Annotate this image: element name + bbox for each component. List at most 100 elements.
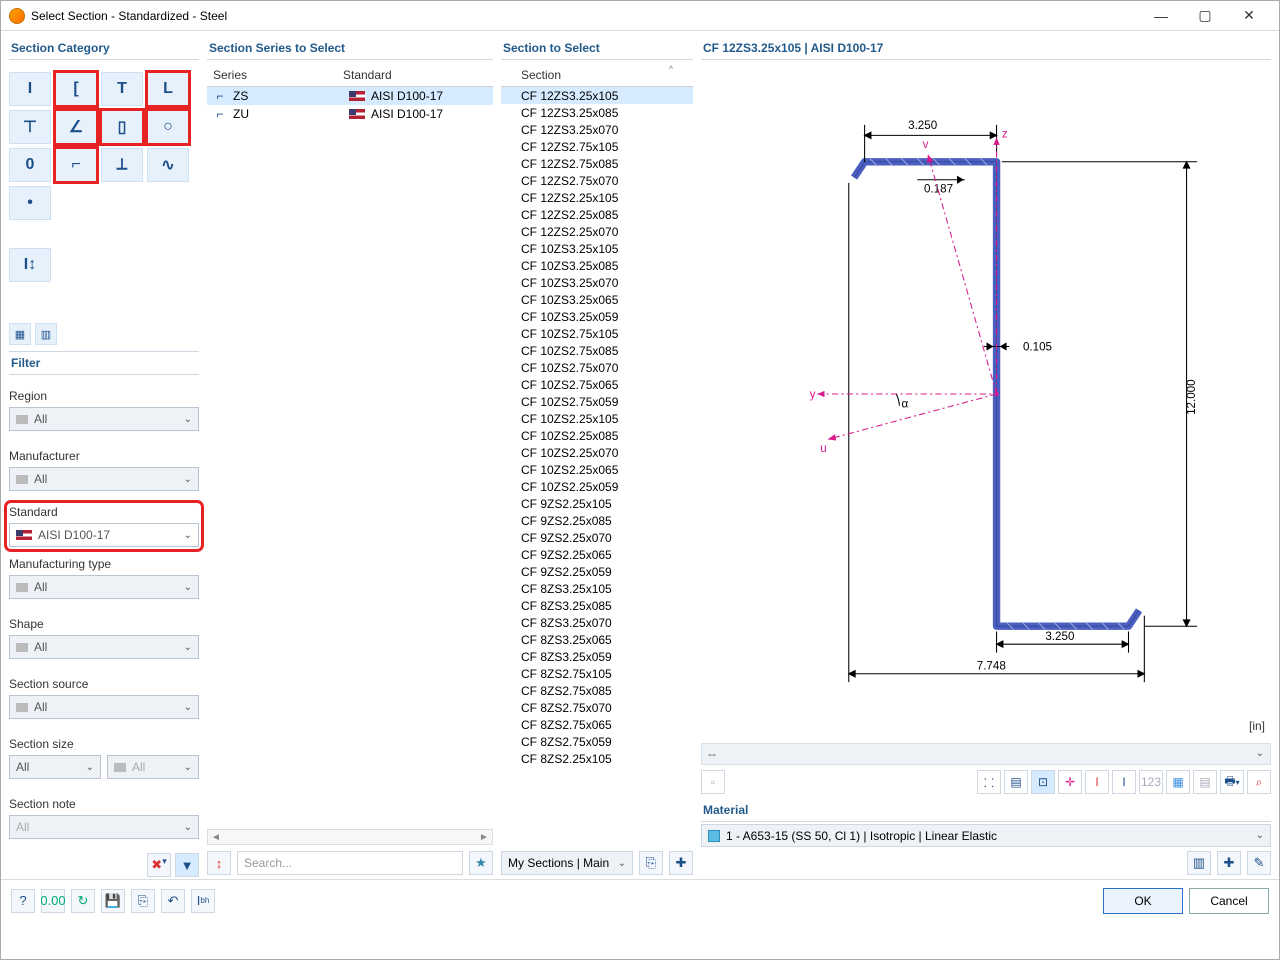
manufacturer-select[interactable]: All⌄ [9, 467, 199, 491]
series-row[interactable]: ⌐ZSAISI D100-17 [207, 87, 493, 105]
size-select-b[interactable]: All⌄ [107, 755, 199, 779]
units-button[interactable]: 0.00 [41, 889, 65, 913]
ok-button[interactable]: OK [1103, 888, 1183, 914]
section-props-button[interactable]: Ibh [191, 889, 215, 913]
section-row[interactable]: CF 9ZS2.25x085 [501, 512, 693, 529]
maximize-button[interactable]: ▢ [1183, 1, 1227, 31]
section-row[interactable]: CF 8ZS2.75x105 [501, 665, 693, 682]
my-sections-select[interactable]: My Sections | Main⌄ [501, 851, 633, 875]
cat-rect-tube-icon[interactable]: ▯ [101, 110, 143, 144]
tool-dims-icon[interactable]: ⊡ [1031, 770, 1055, 794]
section-row[interactable]: CF 12ZS2.75x085 [501, 155, 693, 172]
section-row[interactable]: CF 12ZS3.25x105 [501, 87, 693, 104]
close-button[interactable]: ✕ [1227, 1, 1271, 31]
cat-corrugated-icon[interactable]: ∿ [147, 148, 189, 182]
section-row[interactable]: CF 9ZS2.25x070 [501, 529, 693, 546]
tool-section-icon[interactable]: I [1085, 770, 1109, 794]
section-row[interactable]: CF 10ZS3.25x059 [501, 308, 693, 325]
cat-i-beam-icon[interactable]: I [9, 72, 51, 106]
section-row[interactable]: CF 8ZS3.25x065 [501, 631, 693, 648]
section-row[interactable]: CF 10ZS3.25x065 [501, 291, 693, 308]
series-action-icon[interactable]: ↕ [207, 851, 231, 875]
cat-angle-icon[interactable]: L [147, 72, 189, 106]
view-mode1-icon[interactable]: ▦ [9, 323, 31, 345]
section-row[interactable]: CF 12ZS3.25x070 [501, 121, 693, 138]
save-button[interactable]: 💾 [101, 889, 125, 913]
mfg-type-select[interactable]: All⌄ [9, 575, 199, 599]
section-row[interactable]: CF 10ZS2.75x070 [501, 359, 693, 376]
cat-oval-icon[interactable]: 0 [9, 148, 51, 182]
section-row[interactable]: CF 12ZS2.25x105 [501, 189, 693, 206]
new-material-button[interactable]: ✚ [1217, 851, 1241, 875]
filter-button[interactable]: ▼ [175, 853, 199, 877]
tool-grid2-icon[interactable]: ▦ [1166, 770, 1190, 794]
section-row[interactable]: CF 10ZS3.25x085 [501, 257, 693, 274]
region-select[interactable]: All⌄ [9, 407, 199, 431]
note-select[interactable]: All⌄ [9, 815, 199, 839]
section-row[interactable]: CF 10ZS2.25x059 [501, 478, 693, 495]
status-row[interactable]: --⌄ [701, 743, 1271, 766]
section-row[interactable]: CF 8ZS2.25x105 [501, 750, 693, 767]
shape-select[interactable]: All⌄ [9, 635, 199, 659]
section-row[interactable]: CF 8ZS3.25x105 [501, 580, 693, 597]
section-row[interactable]: CF 10ZS3.25x070 [501, 274, 693, 291]
section-row[interactable]: CF 12ZS2.25x070 [501, 223, 693, 240]
section-row[interactable]: CF 10ZS2.75x085 [501, 342, 693, 359]
section-row[interactable]: CF 8ZS3.25x070 [501, 614, 693, 631]
edit-material-button[interactable]: ✎ [1247, 851, 1271, 875]
cat-dot-icon[interactable]: • [9, 186, 51, 220]
section-row[interactable]: CF 8ZS3.25x059 [501, 648, 693, 665]
tool-find-icon[interactable]: ⌕ [1247, 770, 1271, 794]
section-row[interactable]: CF 12ZS3.25x085 [501, 104, 693, 121]
cat-rail-icon[interactable]: ⟂ [101, 148, 143, 182]
search-input[interactable]: Search... [237, 851, 463, 875]
help-button[interactable]: ? [11, 889, 35, 913]
cat-combined-icon[interactable]: I↕ [9, 248, 51, 282]
section-row[interactable]: CF 10ZS3.25x105 [501, 240, 693, 257]
section-row[interactable]: CF 8ZS3.25x085 [501, 597, 693, 614]
section-row[interactable]: CF 12ZS2.75x070 [501, 172, 693, 189]
tool-num-icon[interactable]: 123 [1139, 770, 1163, 794]
refresh-button[interactable]: ↻ [71, 889, 95, 913]
section-row[interactable]: CF 10ZS2.25x070 [501, 444, 693, 461]
tool-grid-icon[interactable]: ⸬ [977, 770, 1001, 794]
tool-axes-icon[interactable]: ✛ [1058, 770, 1082, 794]
tool-page-icon[interactable]: ▤ [1004, 770, 1028, 794]
tool-list-icon[interactable]: ▤ [1193, 770, 1217, 794]
series-hscroll[interactable]: ◄► [207, 829, 493, 845]
view-mode2-icon[interactable]: ▥ [35, 323, 57, 345]
source-select[interactable]: All⌄ [9, 695, 199, 719]
cat-z-icon[interactable]: ⌐ [55, 148, 97, 182]
tool-outline-icon[interactable]: I [1112, 770, 1136, 794]
section-row[interactable]: CF 8ZS2.75x065 [501, 716, 693, 733]
cat-round-tube-icon[interactable]: ○ [147, 110, 189, 144]
clear-filter-button[interactable]: ✖▾ [147, 853, 171, 877]
section-row[interactable]: CF 10ZS2.25x065 [501, 461, 693, 478]
cat-tee-down-icon[interactable]: ⊤ [9, 110, 51, 144]
section-row[interactable]: CF 10ZS2.25x105 [501, 410, 693, 427]
standard-col-header[interactable]: Standard [337, 64, 398, 86]
undo-button[interactable]: ↶ [161, 889, 185, 913]
cancel-button[interactable]: Cancel [1189, 888, 1269, 914]
material-select[interactable]: 1 - A653-15 (SS 50, Cl 1) | Isotropic | … [701, 824, 1271, 847]
minimize-button[interactable]: — [1139, 1, 1183, 31]
cat-angle2-icon[interactable]: ∠ [55, 110, 97, 144]
section-row[interactable]: CF 9ZS2.25x065 [501, 546, 693, 563]
section-row[interactable]: CF 10ZS2.75x065 [501, 376, 693, 393]
library-button[interactable]: ▥ [1187, 851, 1211, 875]
series-row[interactable]: ⌐ZUAISI D100-17 [207, 105, 493, 123]
section-row[interactable]: CF 8ZS2.75x059 [501, 733, 693, 750]
copy-button[interactable]: ⎘ [131, 889, 155, 913]
cat-channel-icon[interactable]: [ [55, 72, 97, 106]
section-row[interactable]: CF 12ZS2.75x105 [501, 138, 693, 155]
mysec-btn1-icon[interactable]: ⎘ [639, 851, 663, 875]
tool-print-icon[interactable]: 🖶▾ [1220, 770, 1244, 794]
section-row[interactable]: CF 8ZS2.75x070 [501, 699, 693, 716]
section-row[interactable]: CF 10ZS2.75x059 [501, 393, 693, 410]
favorite-button[interactable]: ★ [469, 851, 493, 875]
section-row[interactable]: CF 8ZS2.75x085 [501, 682, 693, 699]
section-row[interactable]: CF 9ZS2.25x059 [501, 563, 693, 580]
size-select-a[interactable]: All⌄ [9, 755, 101, 779]
section-row[interactable]: CF 9ZS2.25x105 [501, 495, 693, 512]
standard-select[interactable]: AISI D100-17⌄ [9, 523, 199, 547]
